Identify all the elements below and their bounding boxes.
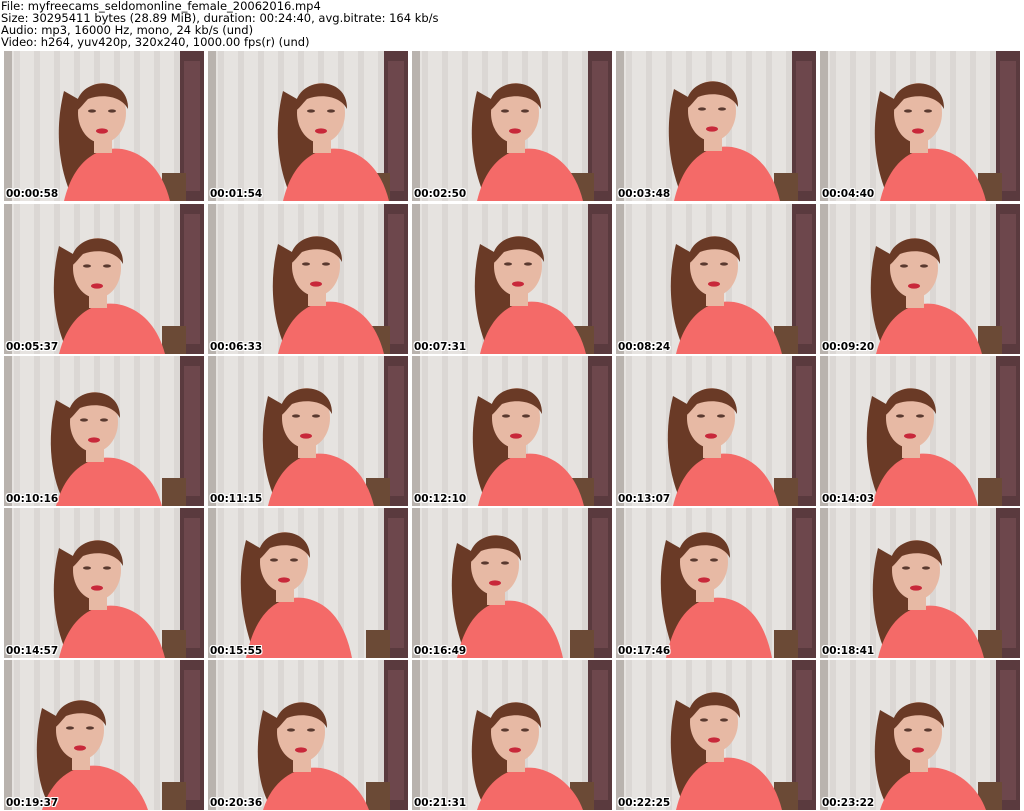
webcam-frame (208, 660, 408, 810)
video-thumbnail: 00:23:22 (820, 660, 1020, 810)
thumbnail-timestamp: 00:12:10 (414, 493, 467, 505)
webcam-frame (616, 660, 816, 810)
video-thumbnail: 00:22:25 (616, 660, 816, 810)
thumbnail-timestamp: 00:08:24 (618, 341, 671, 353)
webcam-frame (208, 356, 408, 506)
thumbnail-timestamp: 00:11:15 (210, 493, 263, 505)
video-thumbnail: 00:08:24 (616, 204, 816, 354)
thumbnail-timestamp: 00:02:50 (414, 188, 467, 200)
thumbnail-timestamp: 00:21:31 (414, 797, 467, 809)
thumbnail-timestamp: 00:06:33 (210, 341, 263, 353)
video-thumbnail: 00:03:48 (616, 51, 816, 201)
webcam-frame (4, 51, 204, 201)
video-thumbnail: 00:17:46 (616, 508, 816, 658)
thumbnail-timestamp: 00:01:54 (210, 188, 263, 200)
thumbnail-timestamp: 00:16:49 (414, 645, 467, 657)
webcam-frame (820, 51, 1020, 201)
thumbnail-timestamp: 00:05:37 (6, 341, 59, 353)
thumbnail-timestamp: 00:19:37 (6, 797, 59, 809)
thumbnail-timestamp: 00:14:57 (6, 645, 59, 657)
video-thumbnail: 00:13:07 (616, 356, 816, 506)
webcam-frame (208, 51, 408, 201)
video-thumbnail: 00:07:31 (412, 204, 612, 354)
webcam-frame (616, 508, 816, 658)
thumbnail-timestamp: 00:15:55 (210, 645, 263, 657)
video-thumbnail: 00:18:41 (820, 508, 1020, 658)
thumbnail-timestamp: 00:09:20 (822, 341, 875, 353)
video-thumbnail: 00:05:37 (4, 204, 204, 354)
webcam-frame (820, 660, 1020, 810)
webcam-frame (412, 660, 612, 810)
webcam-frame (820, 508, 1020, 658)
webcam-frame (4, 204, 204, 354)
webcam-frame (616, 356, 816, 506)
webcam-frame (4, 356, 204, 506)
webcam-frame (412, 51, 612, 201)
webcam-frame (616, 204, 816, 354)
webcam-frame (4, 508, 204, 658)
video-thumbnail: 00:14:03 (820, 356, 1020, 506)
video-thumbnail: 00:20:36 (208, 660, 408, 810)
thumbnail-timestamp: 00:07:31 (414, 341, 467, 353)
video-thumbnail: 00:00:58 (4, 51, 204, 201)
video-thumbnail: 00:19:37 (4, 660, 204, 810)
webcam-frame (412, 508, 612, 658)
video-thumbnail: 00:15:55 (208, 508, 408, 658)
video-thumbnail: 00:11:15 (208, 356, 408, 506)
webcam-frame (820, 204, 1020, 354)
webcam-frame (412, 204, 612, 354)
thumbnail-timestamp: 00:20:36 (210, 797, 263, 809)
thumbnail-timestamp: 00:17:46 (618, 645, 671, 657)
video-thumbnail: 00:12:10 (412, 356, 612, 506)
video-thumbnail: 00:02:50 (412, 51, 612, 201)
video-thumbnail: 00:10:16 (4, 356, 204, 506)
thumbnail-timestamp: 00:03:48 (618, 188, 671, 200)
thumbnail-timestamp: 00:14:03 (822, 493, 875, 505)
video-thumbnail: 00:09:20 (820, 204, 1020, 354)
video-thumbnail: 00:16:49 (412, 508, 612, 658)
thumbnail-timestamp: 00:23:22 (822, 797, 875, 809)
thumbnail-timestamp: 00:22:25 (618, 797, 671, 809)
webcam-frame (208, 204, 408, 354)
video-thumbnail: 00:21:31 (412, 660, 612, 810)
thumbnail-grid: 00:00:58 00:01:54 00:02:50 00:03:48 00:04:40… (0, 0, 1024, 811)
thumbnail-timestamp: 00:18:41 (822, 645, 875, 657)
thumbnail-timestamp: 00:04:40 (822, 188, 875, 200)
webcam-frame (4, 660, 204, 810)
video-thumbnail: 00:01:54 (208, 51, 408, 201)
webcam-frame (412, 356, 612, 506)
webcam-frame (616, 51, 816, 201)
video-thumbnail: 00:14:57 (4, 508, 204, 658)
webcam-frame (820, 356, 1020, 506)
webcam-frame (208, 508, 408, 658)
video-thumbnail: 00:06:33 (208, 204, 408, 354)
thumbnail-timestamp: 00:10:16 (6, 493, 59, 505)
thumbnail-timestamp: 00:00:58 (6, 188, 59, 200)
video-thumbnail: 00:04:40 (820, 51, 1020, 201)
thumbnail-timestamp: 00:13:07 (618, 493, 671, 505)
